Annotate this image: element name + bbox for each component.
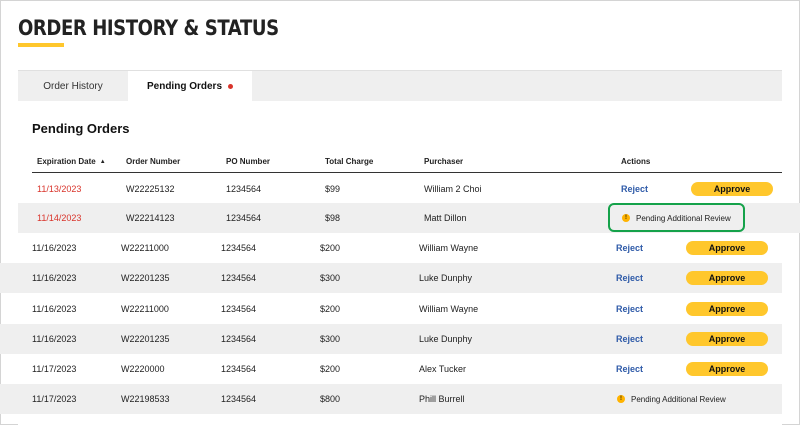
order-number-cell: W22198533 xyxy=(121,394,170,404)
po-number-cell: 1234564 xyxy=(226,213,262,223)
column-header-actions: Actions xyxy=(621,157,651,166)
section-title: Pending Orders xyxy=(32,121,130,136)
column-header-po-number: PO Number xyxy=(226,157,271,166)
column-header-label: Expiration Date xyxy=(37,157,96,166)
table-row: 11/17/2023 W2220000 1234564 $200 Alex Tu… xyxy=(0,354,782,384)
purchaser-cell: Luke Dunphy xyxy=(419,273,473,283)
approve-button[interactable]: Approve xyxy=(686,271,768,285)
approve-button[interactable]: Approve xyxy=(686,302,768,316)
purchaser-cell: Luke Dunphy xyxy=(419,334,473,344)
po-number-cell: 1234564 xyxy=(221,334,257,344)
expiration-date-cell: 11/13/2023 xyxy=(37,184,82,194)
pending-review-status: ! Pending Additional Review xyxy=(617,384,726,414)
purchaser-cell: William 2 Choi xyxy=(424,184,482,194)
reject-button[interactable]: Reject xyxy=(616,362,643,376)
column-header-expiration-date[interactable]: Expiration Date ▲ xyxy=(37,157,106,166)
total-charge-cell: $200 xyxy=(320,364,341,374)
po-number-cell: 1234564 xyxy=(221,304,257,314)
reject-button[interactable]: Reject xyxy=(621,182,648,196)
page-title: ORDER HISTORY & STATUS xyxy=(18,16,279,40)
total-charge-cell: $300 xyxy=(320,273,341,283)
table-row: 11/13/2023 W22225132 1234564 $99 William… xyxy=(18,174,800,204)
total-charge-cell: $800 xyxy=(320,394,341,404)
total-charge-cell: $98 xyxy=(325,213,341,223)
tab-bar: Order History Pending Orders xyxy=(18,70,782,102)
table-row: 11/16/2023 W22211000 1234564 $200 Willia… xyxy=(0,233,782,263)
title-underline xyxy=(18,43,64,47)
po-number-cell: 1234564 xyxy=(221,273,257,283)
po-number-cell: 1234564 xyxy=(221,394,257,404)
pending-review-label: Pending Additional Review xyxy=(631,394,726,404)
table-row: 11/16/2023 W22201235 1234564 $300 Luke D… xyxy=(0,324,782,354)
sort-ascending-icon: ▲ xyxy=(99,159,106,165)
column-header-order-number: Order Number xyxy=(126,157,181,166)
total-charge-cell: $99 xyxy=(325,184,341,194)
order-number-cell: W2220000 xyxy=(121,364,165,374)
order-number-cell: W22211000 xyxy=(121,243,169,253)
po-number-cell: 1234564 xyxy=(226,184,262,194)
total-charge-cell: $300 xyxy=(320,334,341,344)
po-number-cell: 1234564 xyxy=(221,364,257,374)
table-row: 11/17/2023 W22198533 1234564 $800 Phill … xyxy=(0,384,782,414)
approve-button[interactable]: Approve xyxy=(691,182,773,196)
total-charge-cell: $200 xyxy=(320,304,341,314)
purchaser-cell: Matt Dillon xyxy=(424,213,467,223)
expiration-date-cell: 11/14/2023 xyxy=(37,213,82,223)
po-number-cell: 1234564 xyxy=(221,243,257,253)
approve-button[interactable]: Approve xyxy=(686,241,768,255)
order-number-cell: W22214123 xyxy=(126,213,175,223)
order-number-cell: W22211000 xyxy=(121,304,169,314)
purchaser-cell: Alex Tucker xyxy=(419,364,467,374)
header-divider xyxy=(32,172,782,173)
purchaser-cell: Phill Burrell xyxy=(419,394,465,404)
notification-dot-icon xyxy=(228,83,233,89)
expiration-date-cell: 11/17/2023 xyxy=(32,364,77,374)
approve-button[interactable]: Approve xyxy=(686,362,768,376)
column-header-total-charge: Total Charge xyxy=(325,157,374,166)
tab-order-history[interactable]: Order History xyxy=(18,71,128,102)
purchaser-cell: William Wayne xyxy=(419,304,479,314)
expiration-date-cell: 11/17/2023 xyxy=(32,394,77,404)
approve-button[interactable]: Approve xyxy=(686,332,768,346)
tab-pending-orders[interactable]: Pending Orders xyxy=(128,71,252,102)
tab-label: Pending Orders xyxy=(146,81,222,92)
reject-button[interactable]: Reject xyxy=(616,241,643,255)
table-row: 11/16/2023 W22201235 1234564 $300 Luke D… xyxy=(0,263,782,293)
order-number-cell: W22225132 xyxy=(126,184,175,194)
warning-icon: ! xyxy=(617,395,625,403)
highlight-outline xyxy=(608,203,745,232)
tab-label: Order History xyxy=(43,81,103,92)
reject-button[interactable]: Reject xyxy=(616,302,643,316)
expiration-date-cell: 11/16/2023 xyxy=(32,243,77,253)
expiration-date-cell: 11/16/2023 xyxy=(32,334,77,344)
expiration-date-cell: 11/16/2023 xyxy=(32,273,77,283)
reject-button[interactable]: Reject xyxy=(616,332,643,346)
reject-button[interactable]: Reject xyxy=(616,271,643,285)
order-number-cell: W22201235 xyxy=(121,334,170,344)
purchaser-cell: William Wayne xyxy=(419,243,479,253)
table-row: 11/16/2023 W22211000 1234564 $200 Willia… xyxy=(0,294,782,324)
total-charge-cell: $200 xyxy=(320,243,341,253)
expiration-date-cell: 11/16/2023 xyxy=(32,304,77,314)
order-number-cell: W22201235 xyxy=(121,273,170,283)
column-header-purchaser: Purchaser xyxy=(424,157,464,166)
